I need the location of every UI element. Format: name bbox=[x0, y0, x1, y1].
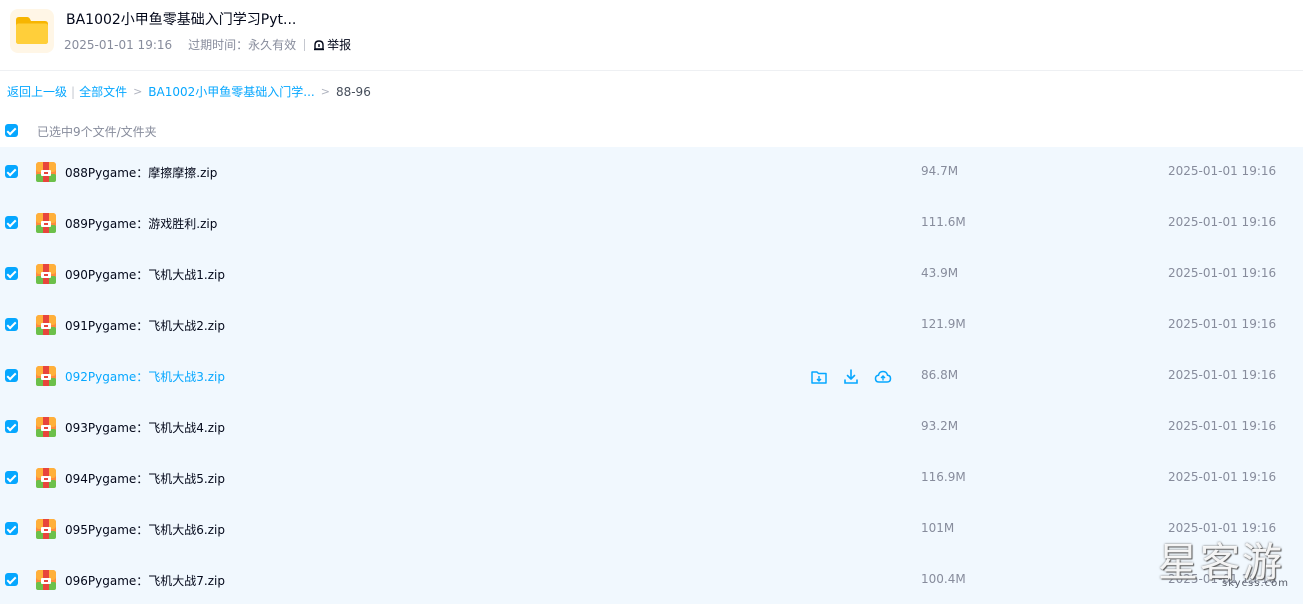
file-time: 2025-01-01 19:16 bbox=[1168, 572, 1277, 586]
select-all-checkbox[interactable] bbox=[5, 124, 18, 137]
breadcrumb-arrow-icon: > bbox=[133, 85, 143, 98]
file-name[interactable]: 092Pygame：飞机大战3.zip bbox=[65, 368, 225, 385]
file-checkbox[interactable] bbox=[5, 216, 18, 229]
file-time: 2025-01-01 19:16 bbox=[1168, 164, 1277, 178]
file-row[interactable]: 089Pygame：游戏胜利.zip 111.6M 2025-01-01 19:16 bbox=[0, 198, 1303, 249]
file-name[interactable]: 093Pygame：飞机大战4.zip bbox=[65, 419, 225, 436]
file-size: 86.8M bbox=[921, 368, 959, 382]
zip-file-icon bbox=[35, 263, 57, 285]
expire-value: 永久有效 bbox=[248, 38, 297, 52]
file-size: 111.6M bbox=[921, 215, 966, 229]
file-size: 93.2M bbox=[921, 419, 959, 433]
report-button[interactable]: 举报 bbox=[313, 36, 351, 53]
file-checkbox[interactable] bbox=[5, 318, 18, 331]
breadcrumb-current: 88-96 bbox=[335, 84, 371, 99]
select-all-bar: 已选中9个文件/文件夹 bbox=[0, 118, 1303, 144]
file-time: 2025-01-01 19:16 bbox=[1168, 470, 1277, 484]
file-row[interactable]: 091Pygame：飞机大战2.zip 121.9M 2025-01-01 19:1… bbox=[0, 300, 1303, 351]
zip-file-icon bbox=[35, 314, 57, 336]
file-time: 2025-01-01 19:16 bbox=[1168, 521, 1277, 535]
file-time: 2025-01-01 19:16 bbox=[1168, 266, 1277, 280]
share-header: BA1002小甲鱼零基础入门学习Pyt... 2025-01-01 19:16 … bbox=[0, 0, 1303, 71]
share-meta: 2025-01-01 19:16 过期时间： 永久有效 举报 bbox=[64, 36, 351, 53]
file-row[interactable]: 096Pygame：飞机大战7.zip 100.4M 2025-01-01 19:1… bbox=[0, 555, 1303, 604]
breadcrumb-folder-link[interactable]: BA1002小甲鱼零基础入门学... bbox=[148, 83, 314, 100]
file-row[interactable]: 090Pygame：飞机大战1.zip 43.9M 2025-01-01 19:16 bbox=[0, 249, 1303, 300]
report-label: 举报 bbox=[327, 38, 352, 52]
file-size: 101M bbox=[921, 521, 955, 535]
file-checkbox[interactable] bbox=[5, 573, 18, 586]
zip-file-icon bbox=[35, 518, 57, 540]
file-name[interactable]: 096Pygame：飞机大战7.zip bbox=[65, 572, 225, 589]
file-list: 088Pygame：摩擦摩擦.zip 94.7M 2025-01-01 19:16 0… bbox=[0, 147, 1303, 604]
share-date: 2025-01-01 19:16 bbox=[64, 37, 173, 52]
file-row[interactable]: 095Pygame：飞机大战6.zip 101M 2025-01-01 19:16 bbox=[0, 504, 1303, 555]
folder-icon bbox=[10, 9, 54, 53]
selection-count-text: 已选中9个文件/文件夹 bbox=[37, 125, 157, 139]
file-name[interactable]: 091Pygame：飞机大战2.zip bbox=[65, 317, 225, 334]
file-checkbox[interactable] bbox=[5, 420, 18, 433]
file-checkbox[interactable] bbox=[5, 267, 18, 280]
report-icon bbox=[314, 39, 325, 50]
file-checkbox[interactable] bbox=[5, 471, 18, 484]
file-name[interactable]: 090Pygame：飞机大战1.zip bbox=[65, 266, 225, 283]
share-title: BA1002小甲鱼零基础入门学习Pyt... bbox=[66, 12, 297, 28]
file-time: 2025-01-01 19:16 bbox=[1168, 419, 1277, 433]
file-name[interactable]: 094Pygame：飞机大战5.zip bbox=[65, 470, 225, 487]
file-row[interactable]: 094Pygame：飞机大战5.zip 116.9M 2025-01-01 19:1… bbox=[0, 453, 1303, 504]
breadcrumb-arrow-icon: > bbox=[320, 85, 330, 98]
file-row[interactable]: 093Pygame：飞机大战4.zip 93.2M 2025-01-01 19:16 bbox=[0, 402, 1303, 453]
meta-divider bbox=[304, 38, 306, 51]
file-checkbox[interactable] bbox=[5, 369, 18, 382]
file-size: 116.9M bbox=[921, 470, 966, 484]
file-row[interactable]: 088Pygame：摩擦摩擦.zip 94.7M 2025-01-01 19:16 bbox=[0, 147, 1303, 198]
zip-file-icon bbox=[35, 365, 57, 387]
cloud-upload-icon[interactable] bbox=[874, 368, 892, 386]
zip-file-icon bbox=[35, 467, 57, 489]
file-name[interactable]: 088Pygame：摩擦摩擦.zip bbox=[65, 164, 217, 181]
file-size: 100.4M bbox=[921, 572, 966, 586]
file-checkbox[interactable] bbox=[5, 522, 18, 535]
breadcrumb-back-link[interactable]: 返回上一级 bbox=[7, 83, 67, 100]
zip-file-icon bbox=[35, 161, 57, 183]
file-name[interactable]: 089Pygame：游戏胜利.zip bbox=[65, 215, 217, 232]
file-name[interactable]: 095Pygame：飞机大战6.zip bbox=[65, 521, 225, 538]
file-size: 121.9M bbox=[921, 317, 966, 331]
file-time: 2025-01-01 19:16 bbox=[1168, 317, 1277, 331]
file-time: 2025-01-01 19:16 bbox=[1168, 368, 1277, 382]
breadcrumb-divider: | bbox=[71, 84, 76, 99]
file-size: 43.9M bbox=[921, 266, 959, 280]
share-page: BA1002小甲鱼零基础入门学习Pyt... 2025-01-01 19:16 … bbox=[0, 0, 1303, 604]
file-size: 94.7M bbox=[921, 164, 959, 178]
file-time: 2025-01-01 19:16 bbox=[1168, 215, 1277, 229]
download-icon[interactable] bbox=[842, 368, 860, 386]
zip-file-icon bbox=[35, 416, 57, 438]
zip-file-icon bbox=[35, 212, 57, 234]
zip-file-icon bbox=[35, 569, 57, 591]
breadcrumb: 返回上一级 | 全部文件 > BA1002小甲鱼零基础入门学... > 88-9… bbox=[7, 83, 371, 100]
file-row[interactable]: 092Pygame：飞机大战3.zip 86.8M 2025-01-01 19:16 bbox=[0, 351, 1303, 402]
breadcrumb-all-files-link[interactable]: 全部文件 bbox=[79, 83, 127, 100]
row-actions bbox=[810, 368, 906, 386]
expire-label: 过期时间： bbox=[188, 38, 249, 52]
file-checkbox[interactable] bbox=[5, 165, 18, 178]
save-to-drive-icon[interactable] bbox=[810, 368, 828, 386]
